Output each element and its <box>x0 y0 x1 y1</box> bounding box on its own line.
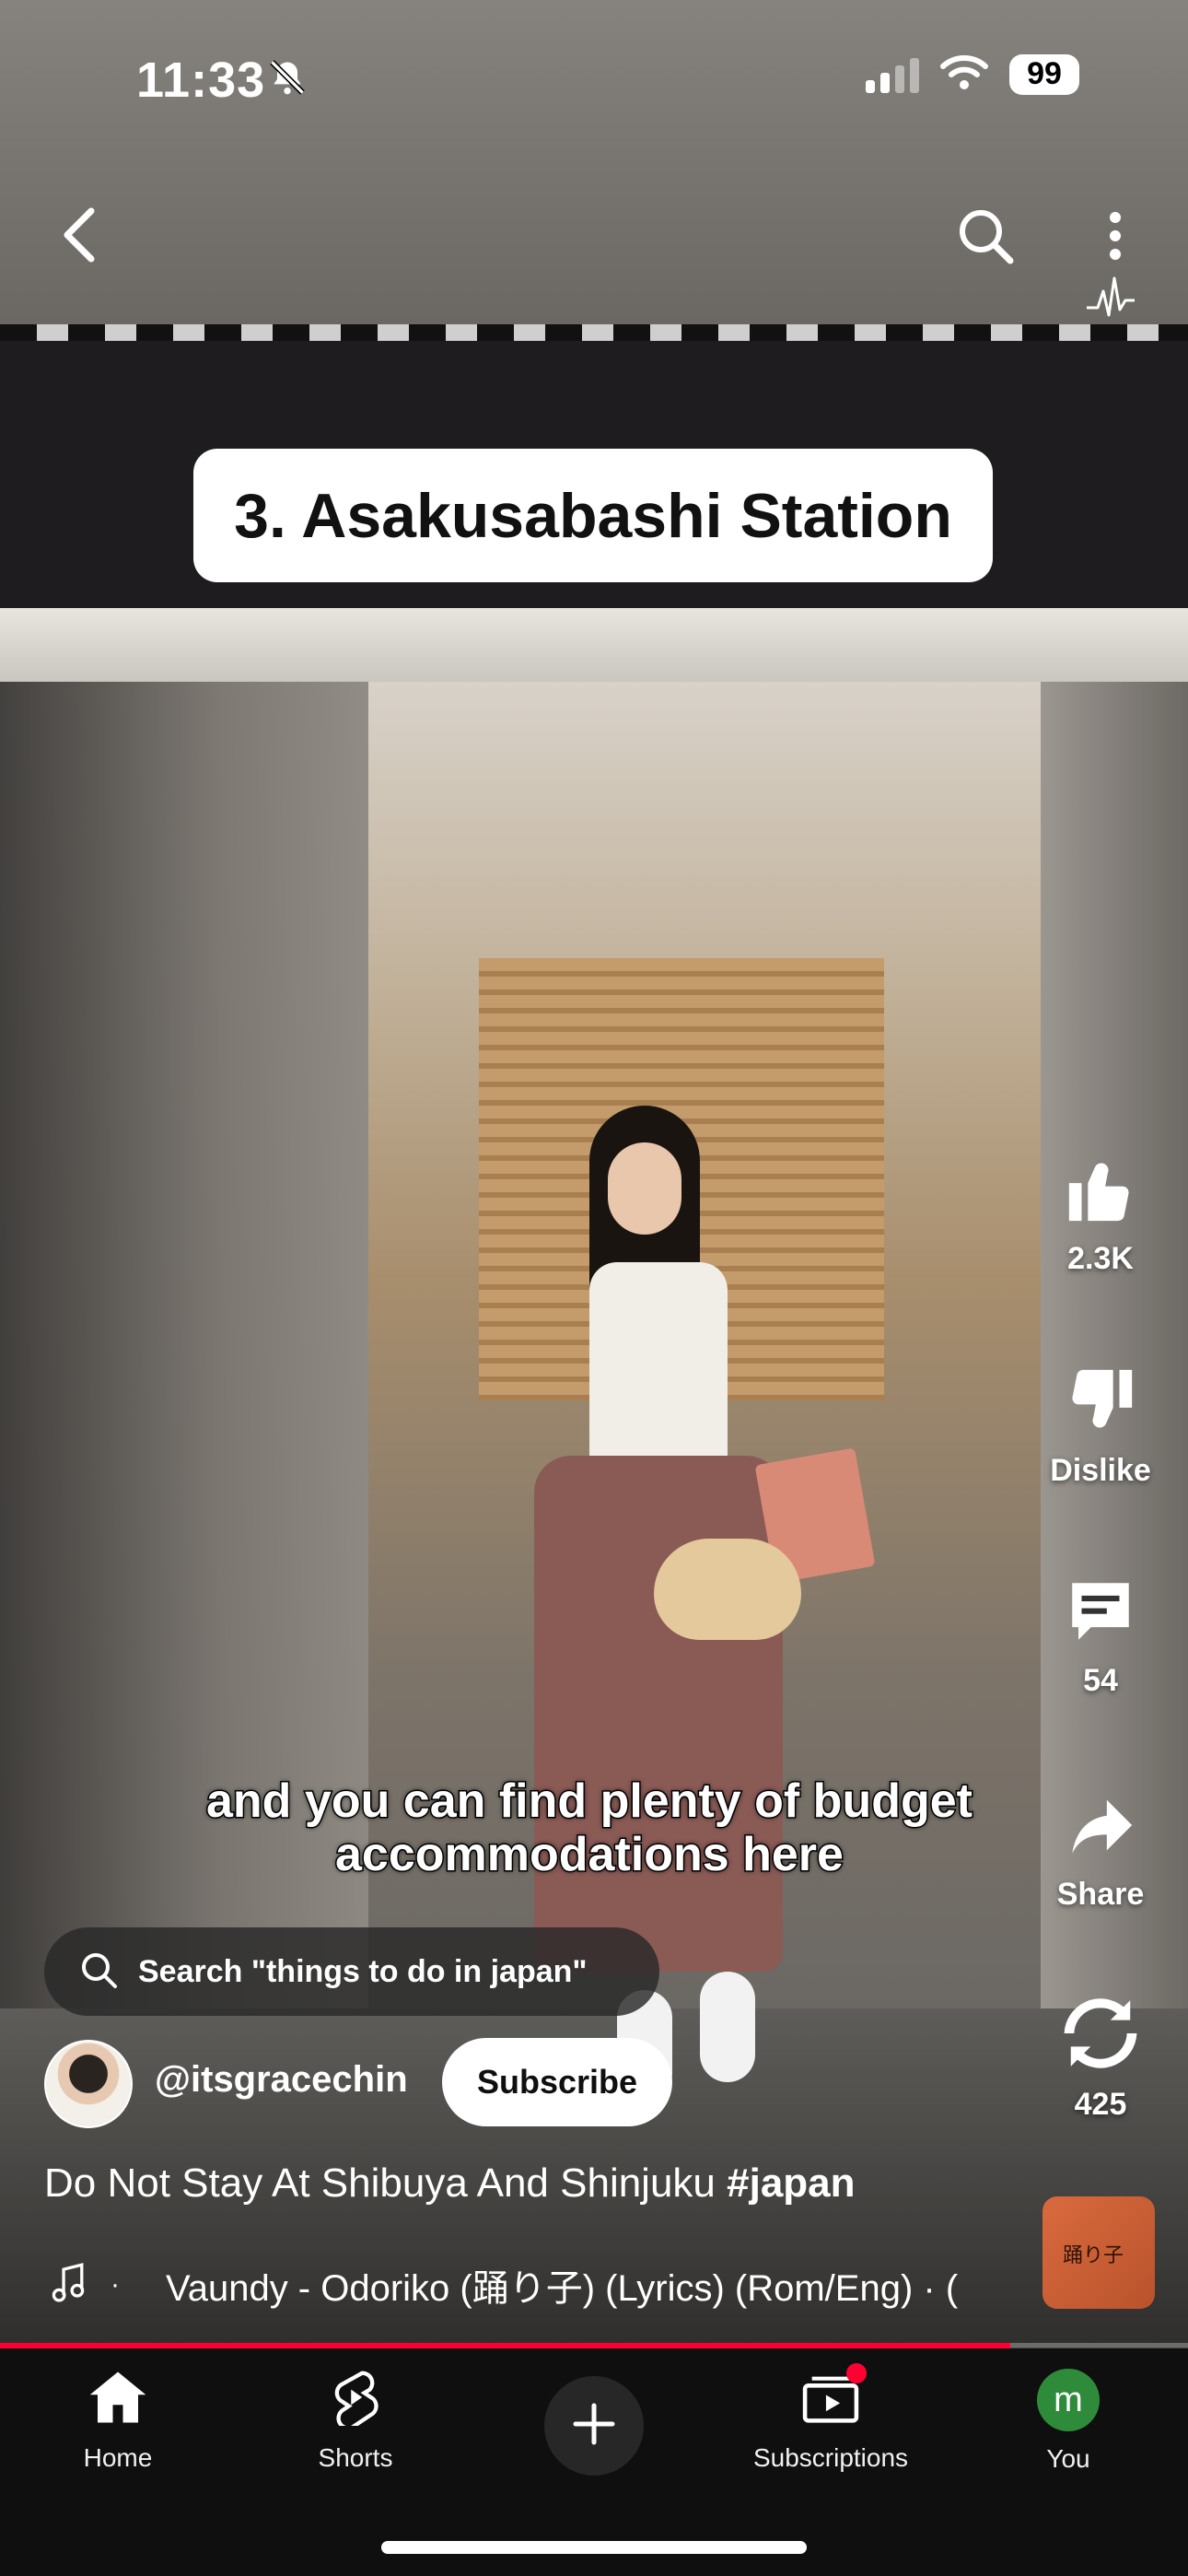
subscriptions-icon <box>800 2363 867 2430</box>
album-art-text: 踊り子 <box>1063 2244 1124 2267</box>
thumbs-up-icon <box>1063 1152 1138 1232</box>
video-title-text: Do Not Stay At Shibuya And Shinjuku <box>44 2160 728 2206</box>
status-icons: 99 <box>866 53 1079 95</box>
tab-shorts[interactable]: Shorts <box>263 2369 448 2473</box>
bell-slash-icon <box>267 57 308 102</box>
back-button[interactable] <box>46 195 111 278</box>
cellular-signal-icon <box>866 56 919 93</box>
tab-subscriptions[interactable]: Subscriptions <box>739 2363 923 2473</box>
home-icon <box>87 2369 148 2430</box>
search-icon <box>79 1950 118 1994</box>
status-time: 11:33 <box>136 53 266 108</box>
shorts-player-screen: 11:33 99 3. Asakusabashi Station 2.3K Di… <box>0 0 1188 2576</box>
tab-home-label: Home <box>83 2443 153 2472</box>
tab-you-label: You <box>1046 2444 1090 2473</box>
back-chevron-icon <box>58 205 99 269</box>
notification-dot <box>846 2363 867 2383</box>
channel-avatar[interactable] <box>44 2040 133 2128</box>
tab-subscriptions-label: Subscriptions <box>752 2443 909 2472</box>
music-track-title: Vaundy - Odoriko (踊り子) (Lyrics) (Rom/Eng… <box>166 2268 959 2309</box>
status-bar: 11:33 99 <box>0 0 1188 157</box>
create-plus-icon <box>571 2401 617 2452</box>
remix-icon <box>1061 1994 1140 2078</box>
tab-you[interactable]: m You <box>976 2369 1160 2474</box>
like-button[interactable]: 2.3K <box>1041 1152 1160 1277</box>
channel-handle[interactable]: @itsgracechin <box>155 2059 408 2101</box>
music-row[interactable]: · Vaundy - Odoriko (踊り子) (Lyrics) (Rom/E… <box>50 2257 1017 2313</box>
remix-count: 425 <box>1074 2087 1127 2122</box>
search-suggestion-pill[interactable]: Search "things to do in japan" <box>44 1927 659 2016</box>
search-button[interactable] <box>949 201 1022 275</box>
scene-awning <box>0 608 1188 682</box>
audio-wave-icon <box>1085 273 1136 323</box>
person-skirt <box>534 1456 783 1972</box>
remix-button[interactable]: 425 <box>1041 1994 1160 2123</box>
tab-shorts-label: Shorts <box>318 2443 393 2472</box>
music-note-icon <box>50 2262 87 2309</box>
person-shoe <box>700 1972 755 2082</box>
person-top <box>589 1262 728 1474</box>
like-count: 2.3K <box>1067 1241 1134 1276</box>
more-vertical-icon <box>1106 208 1124 268</box>
search-suggestion-text: Search "things to do in japan" <box>138 1953 588 1989</box>
search-icon <box>955 205 1016 271</box>
home-indicator[interactable] <box>381 2541 807 2554</box>
music-album-art[interactable]: 踊り子 <box>1042 2196 1155 2309</box>
comments-count: 54 <box>1083 1663 1118 1698</box>
dislike-button[interactable]: Dislike <box>1041 1364 1160 1489</box>
dislike-label: Dislike <box>1050 1453 1151 1488</box>
video-caption: and you can find plenty of budget accomm… <box>205 1774 974 1883</box>
video-title-hashtag[interactable]: #japan <box>727 2160 855 2206</box>
subscribe-button[interactable]: Subscribe <box>442 2038 672 2126</box>
create-button[interactable] <box>544 2376 644 2476</box>
comments-button[interactable]: 54 <box>1041 1574 1160 1699</box>
share-label: Share <box>1056 1877 1145 1912</box>
comment-icon <box>1063 1574 1138 1654</box>
tab-home[interactable]: Home <box>26 2369 210 2473</box>
share-icon <box>1063 1787 1138 1868</box>
video-overlay-title: 3. Asakusabashi Station <box>193 449 993 582</box>
video-title[interactable]: Do Not Stay At Shibuya And Shinjuku #jap… <box>44 2160 856 2207</box>
thumbs-down-icon <box>1063 1364 1138 1444</box>
wifi-icon <box>939 53 989 95</box>
scene-plush-bag <box>654 1539 801 1640</box>
shorts-icon <box>328 2369 383 2430</box>
battery-icon: 99 <box>1009 53 1079 95</box>
music-separator: · <box>111 2269 120 2300</box>
more-options-button[interactable] <box>1083 201 1147 275</box>
person-face <box>608 1142 681 1235</box>
user-avatar: m <box>1037 2369 1100 2431</box>
